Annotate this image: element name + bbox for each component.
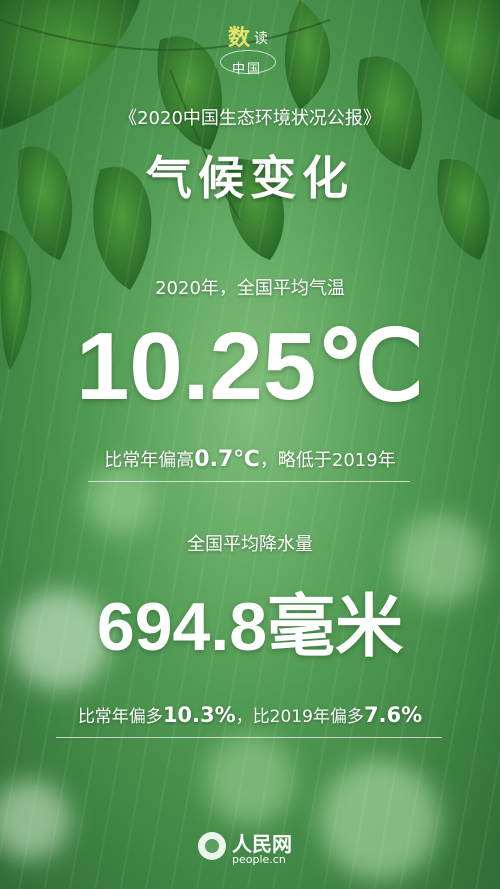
- precipitation-compare-value2: 7.6%: [363, 703, 423, 727]
- temperature-value: 10.25℃: [75, 313, 425, 420]
- precipitation-compare-mid: ，比2019年偏多: [235, 707, 364, 727]
- logo-char-du: 读: [254, 31, 268, 47]
- shudu-zhongguo-logo: 数 读 中国: [220, 20, 290, 80]
- logo-char-zhongguo: 中国: [232, 62, 263, 77]
- footer-domain: people.cn: [232, 853, 286, 866]
- temperature-comparison: 比常年偏高0.7℃，略低于2019年: [0, 446, 500, 472]
- logo-char-shu: 数: [228, 25, 251, 51]
- precipitation-value: 694.8毫米: [96, 589, 404, 665]
- report-title: 《2020中国生态环境状况公报》: [119, 108, 381, 129]
- precipitation-comparison: 比常年偏多10.3%，比2019年偏多7.6%: [0, 702, 500, 727]
- people-cn-mark-icon: [198, 832, 226, 860]
- poster: 数 读 中国 《2020中国生态环境状况公报》 气候变化 2020年，全国平均气…: [0, 0, 500, 889]
- divider: [56, 737, 442, 738]
- precipitation-compare-value1: 10.3%: [162, 703, 236, 727]
- temperature-label: 2020年，全国平均气温: [155, 278, 345, 299]
- people-cn-logo: 人民网 people.cn: [198, 828, 318, 868]
- leaf-background: [0, 0, 500, 880]
- precipitation-label: 全国平均降水量: [187, 534, 313, 555]
- divider: [88, 481, 410, 482]
- temperature-compare-suffix: ，略低于2019年: [259, 450, 396, 471]
- precipitation-compare-prefix: 比常年偏多: [77, 707, 163, 727]
- temperature-compare-value: 0.7℃: [194, 447, 260, 472]
- section-title: 气候变化: [146, 151, 354, 205]
- temperature-compare-prefix: 比常年偏高: [104, 450, 195, 471]
